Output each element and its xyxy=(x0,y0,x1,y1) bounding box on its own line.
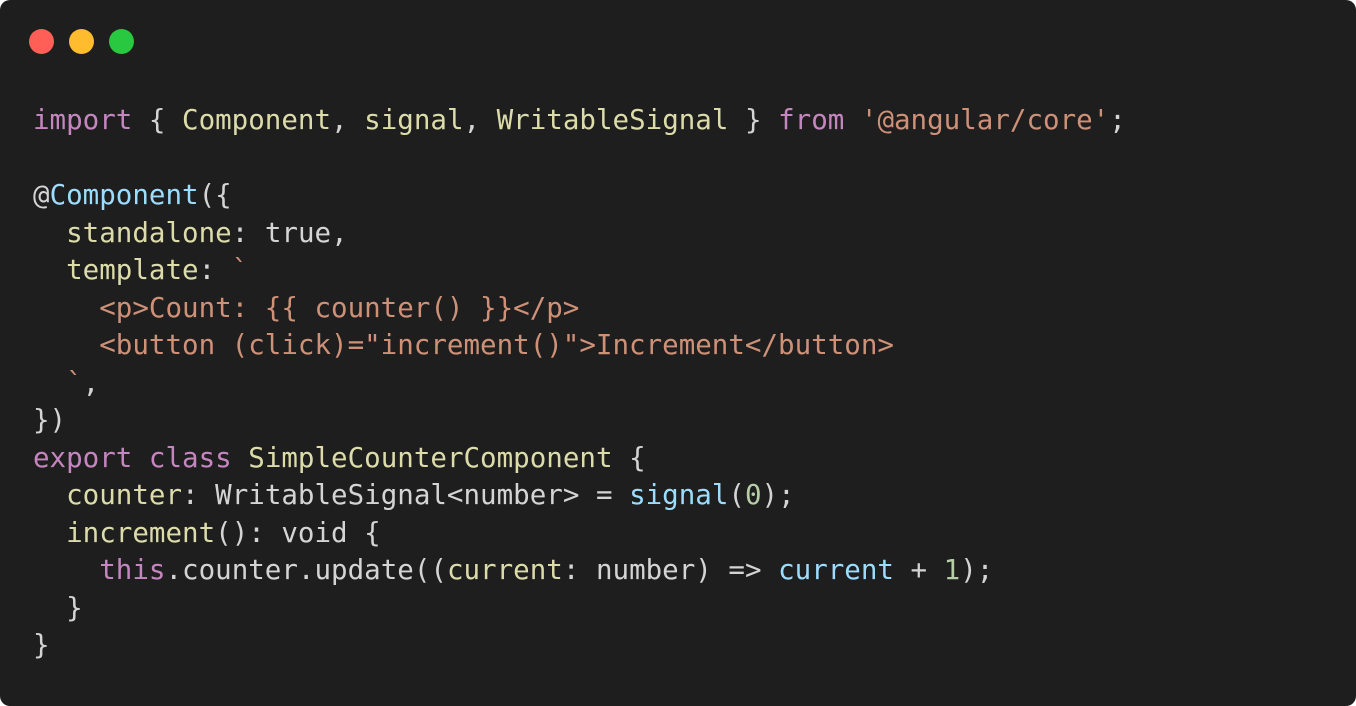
code-line: } xyxy=(33,590,1126,628)
code-token: 0 xyxy=(744,479,762,511)
code-token: WritableSignal xyxy=(496,104,729,136)
code-token: counter xyxy=(66,479,183,511)
code-token: { xyxy=(132,104,183,136)
code-token: ({ xyxy=(198,179,232,211)
code-line: <p>Count: {{ counter() }}</p> xyxy=(33,290,1126,328)
code-token: export xyxy=(33,441,133,474)
code-token: (): void { xyxy=(215,516,381,549)
code-window: import { Component, signal, WritableSign… xyxy=(0,0,1356,706)
code-token: true xyxy=(264,216,332,249)
code-token: increment xyxy=(66,516,216,549)
code-token: } xyxy=(33,591,83,624)
code-token: , xyxy=(463,104,497,136)
code-line: @Component({ xyxy=(33,177,1126,215)
code-line: export class SimpleCounterComponent { xyxy=(33,440,1126,478)
code-token: template xyxy=(66,254,199,286)
code-token: standalone xyxy=(66,216,232,249)
code-token: ; xyxy=(1109,104,1126,136)
code-token: class xyxy=(148,441,232,474)
code-token: Component xyxy=(182,104,332,136)
code-token: } xyxy=(33,629,50,661)
code-token: <p>Count: {{ counter() }}</p> xyxy=(33,291,580,324)
code-line: }) xyxy=(33,402,1126,440)
code-token: <button (click)="increment()">Increment<… xyxy=(33,329,894,361)
minimize-window-button[interactable] xyxy=(69,29,94,54)
code-line: `, xyxy=(33,365,1126,403)
code-token: current xyxy=(446,554,563,586)
code-line: counter: WritableSignal<number> = signal… xyxy=(33,477,1126,515)
code-token: signal xyxy=(364,104,464,136)
code-token: ); xyxy=(761,479,795,511)
code-token: , xyxy=(82,366,100,399)
code-token: } xyxy=(728,104,779,136)
code-line: <button (click)="increment()">Increment<… xyxy=(33,327,1126,365)
close-window-button[interactable] xyxy=(29,29,54,54)
code-token: , xyxy=(331,216,348,249)
code-token: , xyxy=(331,104,365,136)
code-token: signal xyxy=(629,479,729,511)
window-titlebar xyxy=(0,0,1356,80)
code-line: template: ` xyxy=(33,252,1126,290)
maximize-window-button[interactable] xyxy=(109,29,134,54)
code-token: 1 xyxy=(943,554,961,586)
code-token: Component xyxy=(49,179,199,211)
code-token: ` xyxy=(231,254,249,286)
code-token: }) xyxy=(33,404,67,436)
code-line: increment(): void { xyxy=(33,515,1126,553)
code-token: this xyxy=(99,554,166,586)
code-token: ( xyxy=(728,479,745,511)
code-token: .counter.update(( xyxy=(165,554,447,586)
code-token: import xyxy=(33,104,133,136)
code-token: : WritableSignal<number> = xyxy=(182,479,630,511)
code-token: + xyxy=(893,554,944,586)
code-token: from xyxy=(778,104,845,136)
code-line: standalone: true, xyxy=(33,215,1126,253)
code-token: SimpleCounterComponent xyxy=(248,441,613,474)
code-token: : xyxy=(231,216,265,249)
code-token: @ xyxy=(33,179,50,211)
code-token: { xyxy=(612,441,646,474)
code-token: : number) => xyxy=(562,554,779,586)
code-token: '@angular/core' xyxy=(860,104,1110,136)
code-block: import { Component, signal, WritableSign… xyxy=(33,102,1126,665)
code-line: } xyxy=(33,627,1126,665)
code-token: current xyxy=(778,554,894,586)
code-line: this.counter.update((current: number) =>… xyxy=(33,552,1126,590)
code-line: import { Component, signal, WritableSign… xyxy=(33,102,1126,140)
code-token: ` xyxy=(33,366,83,399)
code-token: ); xyxy=(960,554,994,586)
code-token: : xyxy=(198,254,232,286)
